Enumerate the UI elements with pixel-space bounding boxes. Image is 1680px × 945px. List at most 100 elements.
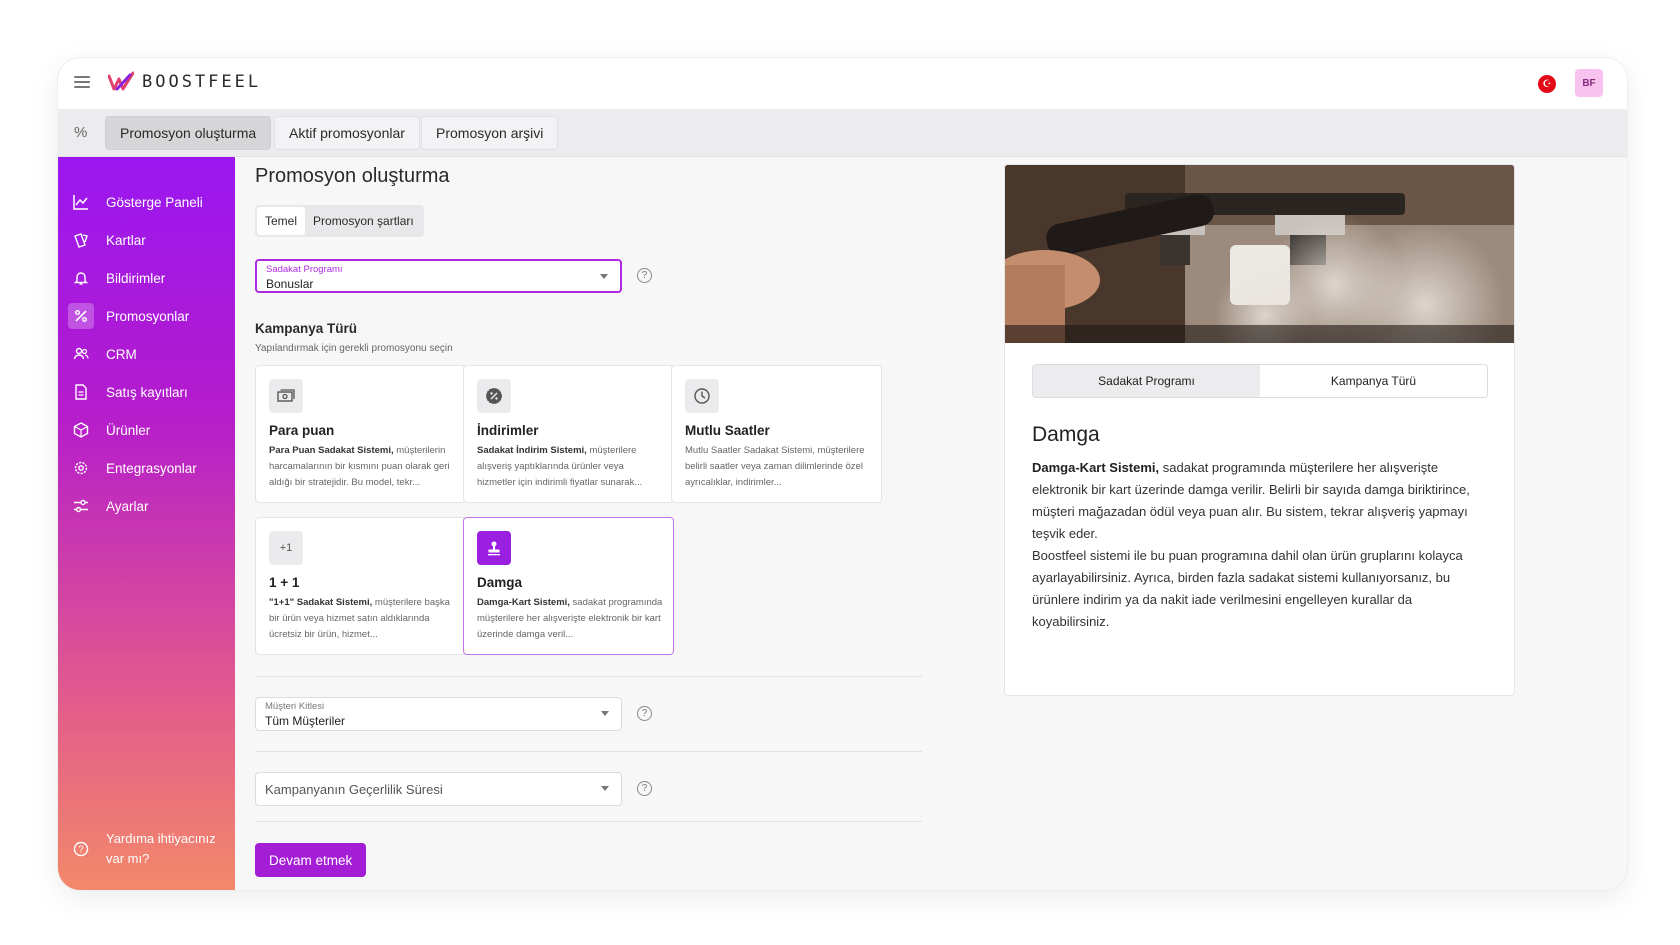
flag-symbol: ☪ [1542,78,1552,90]
info-panel: Sadakat Programı Kampanya Türü Damga Dam… [1004,164,1515,696]
page-title: Promosyon oluşturma [255,165,450,187]
chart-line-icon [68,189,94,215]
select-label: Sadakat Programı [266,264,343,275]
card-description-bold: Sadakat İndirim Sistemi, [477,445,587,456]
sidebar-item-crm[interactable]: CRM [68,339,228,369]
stamp-icon [477,531,511,565]
select-value: Bonuslar [266,277,314,291]
subtab-temel[interactable]: Temel [257,207,306,235]
campaign-card-damga[interactable]: Damga Damga-Kart Sistemi, sadakat progra… [463,517,674,655]
help-link[interactable]: ? Yardıma ihtiyacınız var mı? [68,829,228,869]
logo-text: BOOSTFEEL [142,72,262,92]
card-description: "1+1" Sadakat Sistemi, müşterilere başka… [269,595,456,643]
campaign-card-mutlu-saatler[interactable]: Mutlu Saatler Mutlu Saatler Sadakat Sist… [671,365,882,503]
card-description-bold: Damga-Kart Sistemi, [477,597,570,608]
card-title: Damga [477,575,523,590]
card-title: İndirimler [477,423,539,438]
campaign-type-subtitle: Yapılandırmak için gerekli promosyonu se… [255,343,453,354]
sidebar-item-label: Bildirimler [106,270,166,286]
sidebar-item-urunler[interactable]: Ürünler [68,415,228,445]
app-window: BOOSTFEEL ☪ BF % Promosyon oluşturma Akt… [58,58,1627,890]
tab-aktif-promosyonlar[interactable]: Aktif promosyonlar [274,116,420,150]
main-content: Promosyon oluşturma Temel Promosyon şart… [235,157,1627,890]
sidebar-item-label: Kartlar [106,232,146,248]
sidebar-item-label: Ayarlar [106,498,149,514]
card-title: Mutlu Saatler [685,423,770,438]
panel-tab-sadakat-programi[interactable]: Sadakat Programı [1033,365,1260,397]
logo[interactable]: BOOSTFEEL [108,71,261,93]
sidebar-item-label: Promosyonlar [106,308,190,324]
divider [255,676,922,677]
sidebar-item-label: Satış kayıtları [106,384,188,400]
plus-one-icon: +1 [269,531,303,565]
bell-icon [68,265,94,291]
campaign-card-indirimler[interactable]: İndirimler Sadakat İndirim Sistemi, müşt… [463,365,674,503]
panel-body-bold: Damga-Kart Sistemi, [1032,460,1160,475]
percent-icon [68,303,94,329]
sidebar-item-entegrasyonlar[interactable]: Entegrasyonlar [68,453,228,483]
divider [255,821,922,822]
campaign-card-para-puan[interactable]: Para puan Para Puan Sadakat Sistemi, müş… [255,365,466,503]
card-description-bold: Para Puan Sadakat Sistemi, [269,445,394,456]
discount-badge-icon [477,379,511,413]
help-question-icon[interactable]: ? [637,706,652,721]
language-flag-icon[interactable]: ☪ [1538,75,1556,93]
sidebar-item-promosyonlar[interactable]: Promosyonlar [68,301,228,331]
money-icon [269,379,303,413]
sidebar-item-ayarlar[interactable]: Ayarlar [68,491,228,521]
boostfeel-logo-icon [108,71,134,91]
validity-period-select[interactable]: Kampanyanın Geçerlilik Süresi [255,772,622,806]
card-description-text: Mutlu Saatler Sadakat Sistemi, müşterile… [685,445,865,488]
document-icon [68,379,94,405]
avatar[interactable]: BF [1575,69,1603,97]
card-title: Para puan [269,423,335,438]
card-description: Damga-Kart Sistemi, sadakat programında … [477,595,664,643]
continue-button[interactable]: Devam etmek [255,843,367,877]
sliders-icon [68,493,94,519]
sidebar-item-kartlar[interactable]: Kartlar [68,225,228,255]
customer-audience-select[interactable]: Müşteri Kitlesi Tüm Müşteriler [255,697,622,731]
card-title: 1 + 1 [269,575,300,590]
sidebar-item-bildirimler[interactable]: Bildirimler [68,263,228,293]
chevron-down-icon [601,711,609,716]
top-bar: BOOSTFEEL ☪ BF [58,58,1627,109]
loyalty-program-select[interactable]: Sadakat Programı Bonuslar [255,259,622,293]
select-value: Tüm Müşteriler [265,714,346,728]
panel-paragraph: Damga-Kart Sistemi, sadakat programında … [1032,457,1492,545]
sidebar-item-satis-kayitlari[interactable]: Satış kayıtları [68,377,228,407]
menu-icon[interactable] [74,76,90,90]
percent-icon: % [74,124,88,141]
box-icon [68,417,94,443]
panel-tab-kampanya-turu[interactable]: Kampanya Türü [1260,365,1487,397]
coffee-machine-image [1005,165,1514,343]
card-description: Mutlu Saatler Sadakat Sistemi, müşterile… [685,443,872,491]
card-description: Sadakat İndirim Sistemi, müşterilere alı… [477,443,664,491]
users-icon [68,341,94,367]
cards-icon [68,227,94,253]
campaign-type-title: Kampanya Türü [255,321,358,336]
help-question-icon[interactable]: ? [637,781,652,796]
panel-paragraph: Boostfeel sistemi ile bu puan programına… [1032,548,1463,629]
panel-tabs: Sadakat Programı Kampanya Türü [1032,364,1488,398]
panel-description: Damga-Kart Sistemi, sadakat programında … [1032,457,1492,633]
help-circle-icon: ? [68,836,94,862]
help-label: Yardıma ihtiyacınız var mı? [106,831,216,866]
campaign-card-1-plus-1[interactable]: +1 1 + 1 "1+1" Sadakat Sistemi, müşteril… [255,517,466,655]
clock-icon [685,379,719,413]
sidebar-item-label: Gösterge Paneli [106,194,203,210]
tab-promosyon-olusturma[interactable]: Promosyon oluşturma [105,116,272,150]
sidebar: Gösterge Paneli Kartlar Bildirimler Prom… [58,157,235,890]
subtab-promosyon-sartlari[interactable]: Promosyon şartları [305,207,422,235]
help-question-icon[interactable]: ? [637,268,652,283]
tab-promosyon-arsivi[interactable]: Promosyon arşivi [421,116,559,150]
section-tabs: % Promosyon oluşturma Aktif promosyonlar… [58,109,1627,157]
card-description: Para Puan Sadakat Sistemi, müşterilerin … [269,443,456,491]
divider [255,751,922,752]
svg-text:?: ? [78,845,84,856]
select-placeholder: Kampanyanın Geçerlilik Süresi [265,782,443,797]
sidebar-item-label: CRM [106,346,137,362]
sidebar-item-gosterge-paneli[interactable]: Gösterge Paneli [68,187,228,217]
chevron-down-icon [600,274,608,279]
chevron-down-icon [601,786,609,791]
plus-one-icon-text: +1 [279,542,293,554]
